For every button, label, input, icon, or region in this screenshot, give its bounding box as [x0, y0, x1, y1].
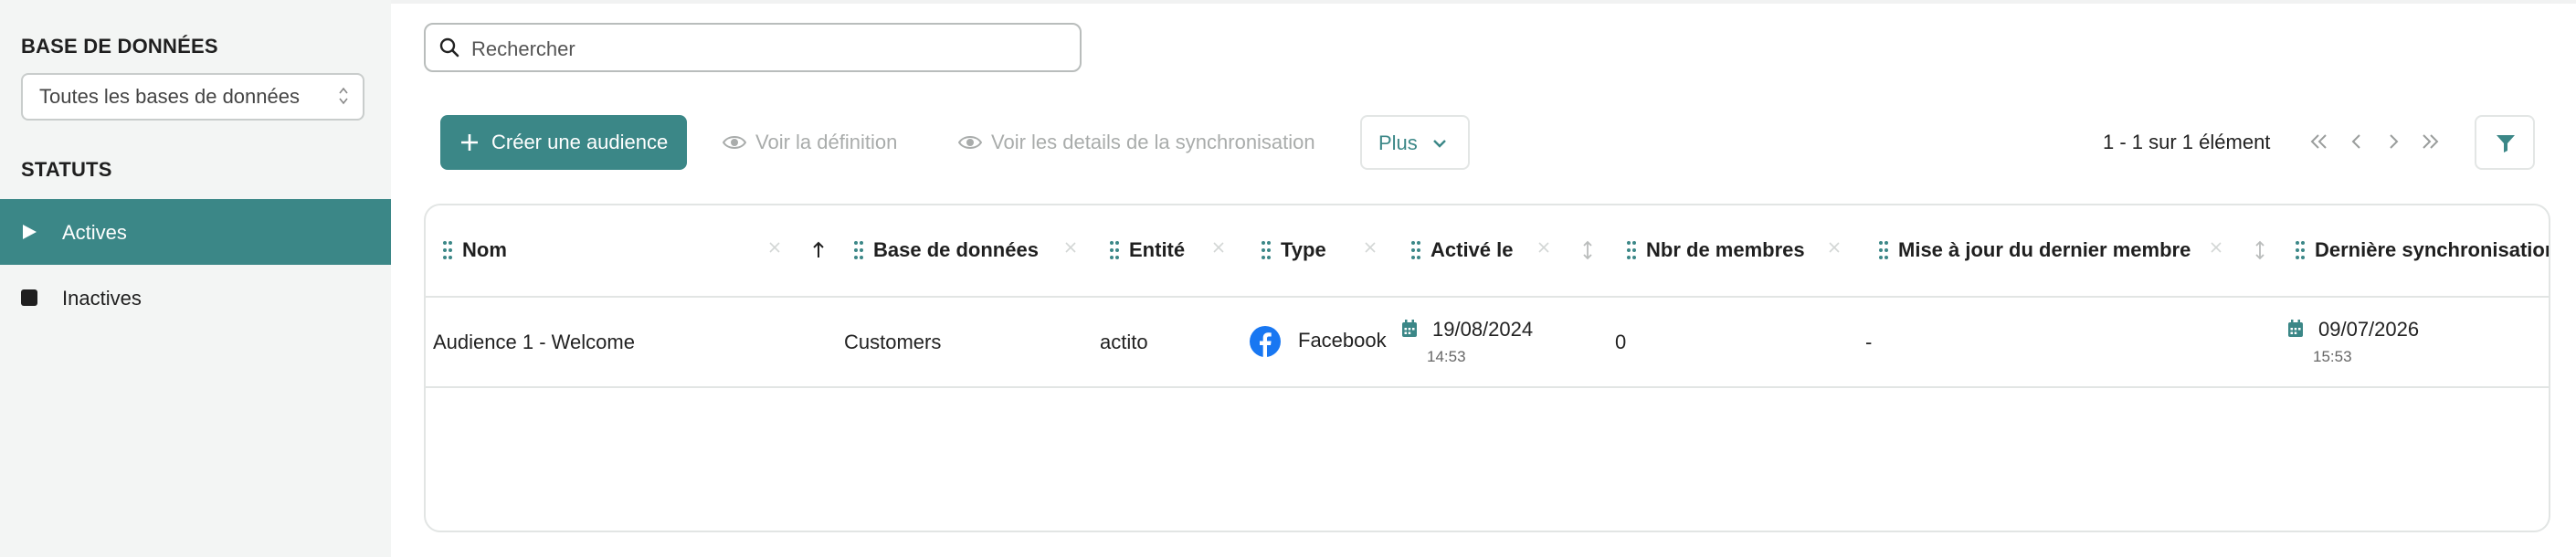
filter-icon	[2497, 135, 2515, 152]
sidebar-item-inactives[interactable]: Inactives	[0, 265, 391, 331]
view-definition-label: Voir la définition	[755, 131, 898, 153]
sidebar: BASE DE DONNÉES Toutes les bases de donn…	[0, 0, 391, 557]
cell-mise-a-jour: -	[1865, 331, 1873, 353]
cell-nom: Audience 1 - Welcome	[433, 331, 635, 353]
column-header-label: Base de données	[873, 238, 1039, 261]
close-icon[interactable]	[1211, 240, 1226, 255]
more-button[interactable]: Plus	[1360, 115, 1470, 170]
sidebar-item-label: Actives	[62, 221, 127, 244]
drag-handle-icon[interactable]	[2295, 240, 2306, 260]
cell-type: Facebook	[1298, 329, 1387, 352]
drag-handle-icon[interactable]	[1109, 240, 1120, 260]
eye-icon	[958, 136, 982, 149]
sort-unsorted-icon[interactable]	[1580, 238, 1595, 262]
calendar-icon	[1402, 320, 1417, 337]
drag-handle-icon[interactable]	[1410, 240, 1421, 260]
database-select[interactable]: Toutes les bases de données	[21, 73, 364, 121]
cell-entite: actito	[1100, 331, 1148, 353]
cell-active-le-time: 14:53	[1427, 348, 1466, 365]
table-row[interactable]: Audience 1 - Welcome Customers actito Fa…	[426, 298, 2549, 388]
view-definition-button[interactable]: Voir la définition	[723, 115, 914, 170]
cell-base-de-donnees: Customers	[844, 331, 942, 353]
database-select-value: Toutes les bases de données	[39, 85, 300, 108]
close-icon[interactable]	[2209, 240, 2223, 255]
play-icon	[23, 225, 37, 239]
last-page-icon[interactable]	[2419, 130, 2441, 153]
cell-active-le-date: 19/08/2024	[1432, 318, 1534, 341]
previous-page-icon[interactable]	[2346, 130, 2368, 153]
pagination-summary: 1 - 1 sur 1 élément	[2103, 131, 2271, 153]
cell-nbr-de-membres: 0	[1615, 331, 1627, 353]
next-page-icon[interactable]	[2382, 130, 2404, 153]
more-label: Plus	[1378, 131, 1418, 154]
create-audience-label: Créer une audience	[491, 131, 669, 153]
calendar-icon	[2288, 320, 2303, 337]
column-header-label: Nbr de membres	[1646, 238, 1805, 261]
search-placeholder: Rechercher	[471, 37, 575, 60]
column-header-label: Mise à jour du dernier membre	[1898, 238, 2191, 261]
column-header-label: Activé le	[1431, 238, 1514, 261]
close-icon[interactable]	[767, 240, 782, 255]
facebook-icon	[1250, 326, 1281, 357]
drag-handle-icon[interactable]	[1261, 240, 1272, 260]
top-divider	[391, 0, 2576, 4]
cell-derniere-sync-date: 09/07/2026	[2318, 318, 2420, 341]
sidebar-item-label: Inactives	[62, 287, 142, 310]
sort-ascending-icon[interactable]	[811, 238, 826, 262]
first-page-icon[interactable]	[2308, 130, 2330, 153]
sort-unsorted-icon[interactable]	[2253, 238, 2267, 262]
column-header-label: Nom	[462, 238, 507, 261]
eye-icon	[723, 136, 746, 149]
drag-handle-icon[interactable]	[442, 240, 453, 260]
close-icon[interactable]	[1363, 240, 1378, 255]
filter-button[interactable]	[2475, 115, 2535, 170]
chevron-down-icon	[1433, 140, 1446, 148]
view-sync-details-label: Voir les details de la synchronisation	[991, 131, 1315, 153]
search-input[interactable]: Rechercher	[424, 23, 1082, 72]
cell-derniere-sync-time: 15:53	[2313, 348, 2352, 365]
close-icon[interactable]	[1827, 240, 1842, 255]
column-header-label: Entité	[1129, 238, 1186, 261]
stop-icon	[21, 289, 37, 306]
drag-handle-icon[interactable]	[1878, 240, 1889, 260]
create-audience-button[interactable]: Créer une audience	[440, 115, 687, 170]
close-icon[interactable]	[1536, 240, 1551, 255]
view-sync-details-button[interactable]: Voir les details de la synchronisation	[958, 115, 1333, 170]
drag-handle-icon[interactable]	[853, 240, 864, 260]
column-header-label: Dernière synchronisation	[2315, 238, 2550, 261]
close-icon[interactable]	[1063, 240, 1078, 255]
database-heading: BASE DE DONNÉES	[21, 35, 218, 58]
select-updown-icon	[339, 87, 348, 105]
search-icon	[439, 37, 459, 58]
table-header: Nom Base de données Entité Type Activé l…	[426, 205, 2549, 298]
plus-icon	[461, 134, 478, 151]
column-header-label: Type	[1281, 238, 1326, 261]
audience-table: Nom Base de données Entité Type Activé l…	[424, 204, 2550, 532]
sidebar-item-actives[interactable]: Actives	[0, 199, 391, 265]
status-heading: STATUTS	[21, 158, 112, 181]
drag-handle-icon[interactable]	[1626, 240, 1637, 260]
